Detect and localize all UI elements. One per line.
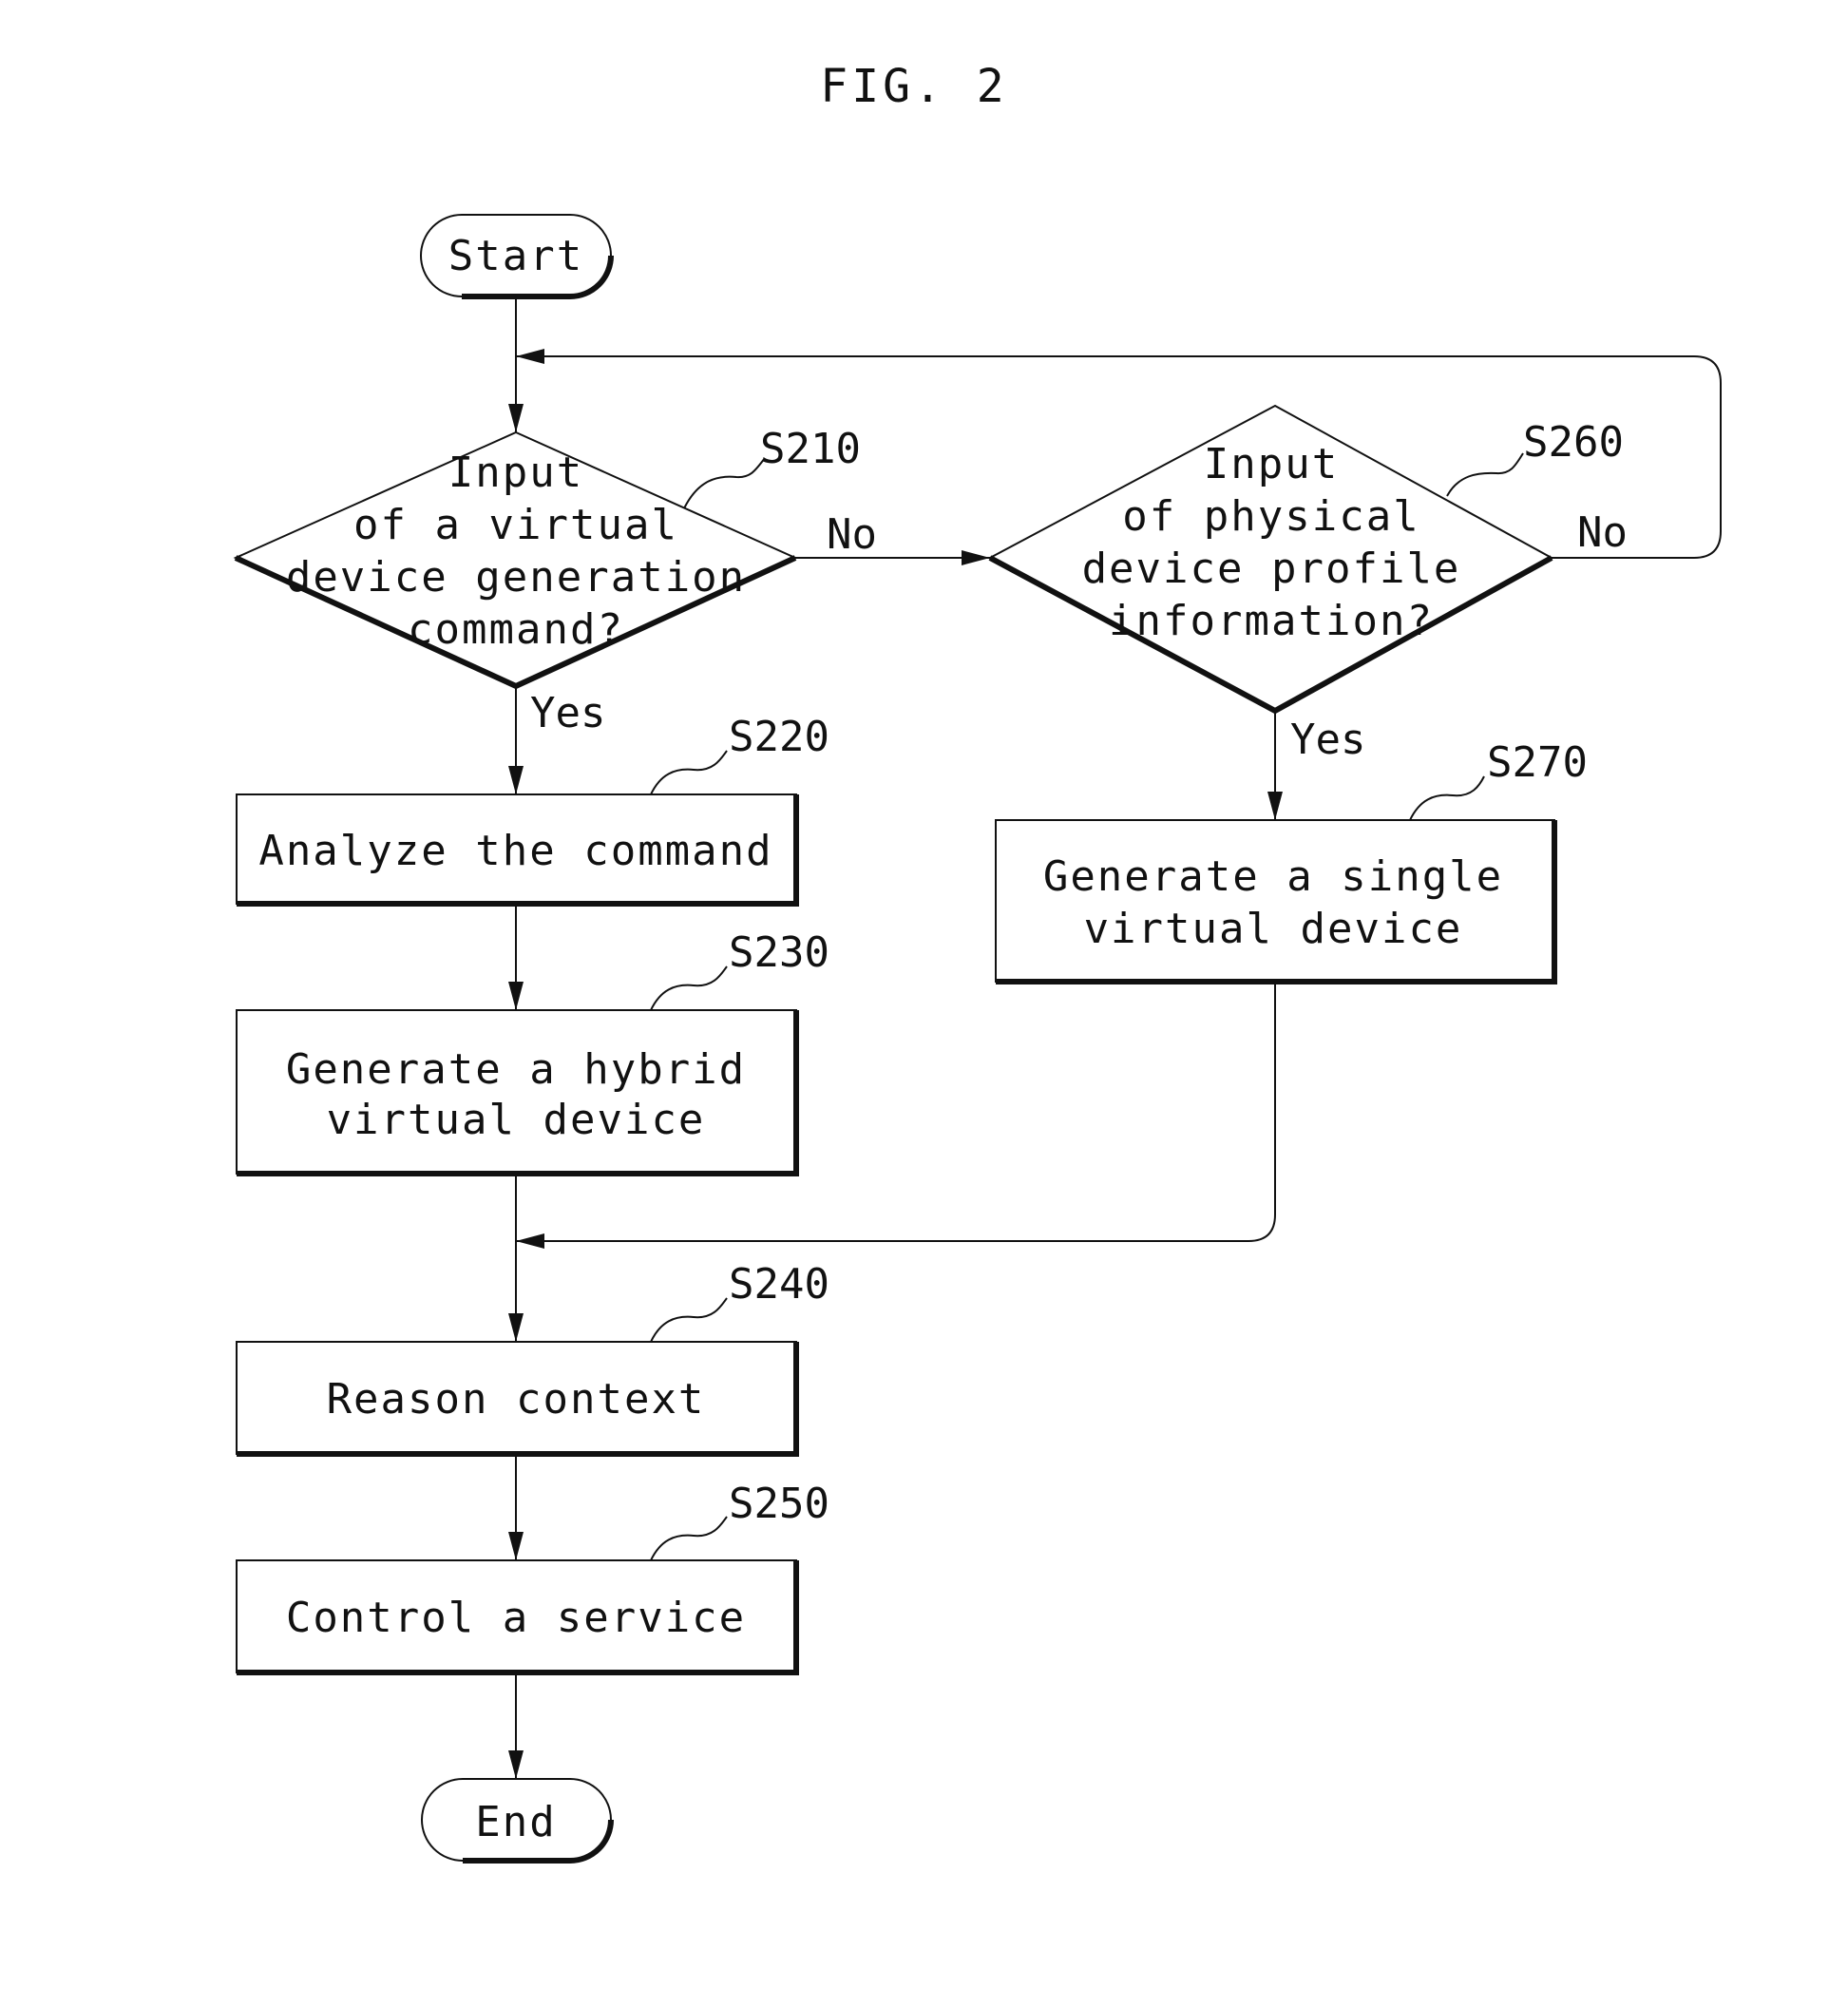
decision-s210-line-3: device generation	[286, 553, 746, 602]
flowchart: FIG. 2 Start Input of a virtual device g…	[233, 60, 1722, 1864]
decision-s260-line-4: information?	[1109, 597, 1434, 645]
leader-s230	[650, 965, 728, 1011]
arrowhead-s240-in	[508, 1313, 524, 1342]
process-s250: Control a service S250	[236, 1480, 829, 1675]
arrowhead-s220-in	[508, 766, 524, 794]
process-s240: Reason context S240	[236, 1260, 829, 1457]
step-label-s260: S260	[1523, 418, 1624, 467]
decision-s260-line-2: of physical	[1122, 492, 1419, 541]
leader-s270	[1409, 775, 1485, 821]
process-s270-line-2: virtual device	[1084, 905, 1463, 953]
leader-s240	[650, 1297, 728, 1343]
step-label-s240: S240	[729, 1260, 829, 1309]
process-s270-shape	[995, 819, 1555, 983]
process-s220: Analyze the command S220	[236, 713, 829, 907]
decision-s260-line-1: Input	[1204, 440, 1339, 488]
start-label: Start	[448, 232, 583, 280]
leader-s250	[650, 1516, 728, 1561]
arrowhead-s270-in	[1267, 792, 1283, 820]
d1-no-label: No	[827, 510, 877, 559]
decision-s210: Input of a virtual device generation com…	[233, 425, 861, 690]
arrowhead-d1-in	[508, 404, 524, 432]
decision-s210-line-1: Input	[448, 449, 583, 497]
step-label-s230: S230	[729, 928, 829, 977]
arrowhead-merge	[516, 1233, 544, 1249]
arrowhead-loop-back	[516, 349, 544, 364]
d2-no-label: No	[1577, 508, 1628, 557]
leader-s210	[683, 457, 766, 509]
d2-yes-label: Yes	[1290, 716, 1365, 764]
step-label-s220: S220	[729, 713, 829, 761]
process-s270-line-1: Generate a single	[1043, 852, 1503, 901]
decision-s210-line-4: command?	[408, 605, 624, 654]
process-s230-line-2: virtual device	[327, 1096, 706, 1144]
step-label-s210: S210	[760, 425, 861, 473]
process-s230-line-1: Generate a hybrid	[286, 1045, 746, 1094]
decision-s260-line-3: device profile	[1082, 545, 1461, 593]
process-s240-text: Reason context	[327, 1375, 706, 1424]
end-terminal: End	[421, 1778, 614, 1864]
step-label-s270: S270	[1487, 738, 1588, 787]
step-label-s250: S250	[729, 1480, 829, 1528]
start-terminal: Start	[420, 214, 614, 299]
arrowhead-end-in	[508, 1750, 524, 1779]
d1-yes-label: Yes	[530, 689, 605, 737]
decision-s260: Input of physical device profile informa…	[987, 404, 1624, 715]
figure-title: FIG. 2	[820, 60, 1007, 113]
arrowhead-d2-in	[962, 550, 990, 565]
end-label: End	[475, 1798, 556, 1846]
process-s250-text: Control a service	[286, 1594, 746, 1642]
arrowhead-s250-in	[508, 1532, 524, 1560]
process-s220-text: Analyze the command	[258, 827, 772, 875]
decision-s210-line-2: of a virtual	[353, 501, 678, 549]
process-s270: Generate a single virtual device S270	[995, 738, 1588, 984]
arrowhead-s230-in	[508, 982, 524, 1010]
leader-s220	[650, 750, 728, 795]
leader-s260	[1446, 452, 1524, 497]
process-s230: Generate a hybrid virtual device S230	[236, 928, 829, 1176]
